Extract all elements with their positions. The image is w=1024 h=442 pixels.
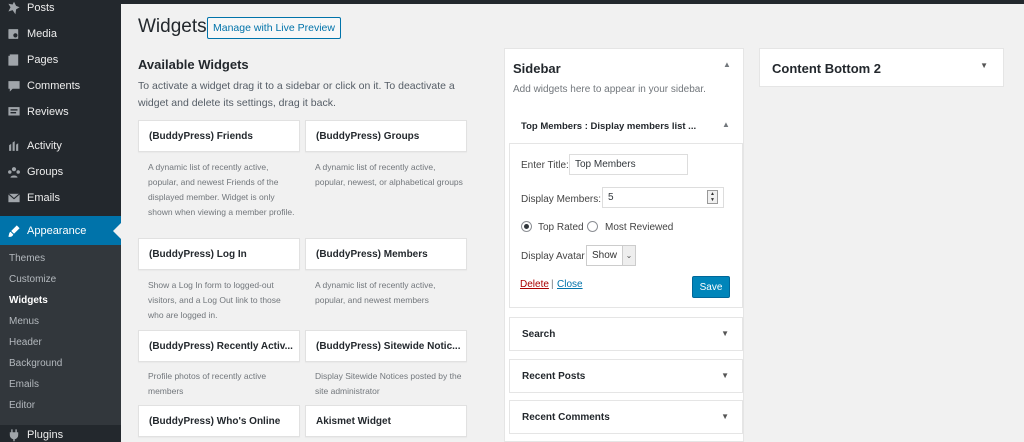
widget-recent-posts-title: Recent Posts <box>522 371 586 382</box>
radio-top-rated[interactable] <box>521 221 532 232</box>
top-members-collapse-icon[interactable]: ▲ <box>722 120 730 129</box>
plugin-icon <box>7 428 21 442</box>
widget-card[interactable]: (BuddyPress) Groups <box>305 120 467 152</box>
widget-card[interactable]: (BuddyPress) Log In <box>138 238 300 270</box>
radio-most-reviewed[interactable] <box>587 221 598 232</box>
activity-icon <box>7 139 21 153</box>
widget-recent-comments-title: Recent Comments <box>522 412 610 423</box>
menu-emails-label: Emails <box>27 192 61 204</box>
title-input[interactable] <box>569 154 688 175</box>
menu-emails[interactable]: Emails <box>0 185 121 211</box>
display-avatar-label: Display Avatar <box>521 251 585 262</box>
menu-media[interactable]: Media <box>0 21 121 47</box>
sidebar-collapse-icon[interactable]: ▲ <box>723 60 731 69</box>
menu-media-label: Media <box>27 28 57 40</box>
submenu-editor[interactable]: Editor <box>9 400 35 411</box>
menu-comments-label: Comments <box>27 80 81 92</box>
menu-reviews-label: Reviews <box>27 106 69 118</box>
content-bottom-2-area[interactable]: Content Bottom 2 ▼ <box>759 48 1004 87</box>
display-members-input[interactable] <box>602 187 724 208</box>
widget-card[interactable]: (BuddyPress) Friends <box>138 120 300 152</box>
menu-groups[interactable]: Groups <box>0 159 121 185</box>
display-avatar-select[interactable]: Show ⌄ <box>586 245 636 266</box>
available-widgets-title: Available Widgets <box>138 57 249 72</box>
menu-activity-label: Activity <box>27 140 62 152</box>
widget-card[interactable]: (BuddyPress) Sitewide Notic... <box>305 330 467 362</box>
menu-plugins-label: Plugins <box>27 429 64 441</box>
email-icon <box>7 191 21 205</box>
close-link[interactable]: Close <box>557 279 583 290</box>
expand-icon: ▼ <box>721 329 729 338</box>
display-avatar-value: Show <box>592 250 618 261</box>
submenu-themes[interactable]: Themes <box>9 253 45 264</box>
widget-card[interactable]: Akismet Widget <box>305 405 467 437</box>
page-title: Widgets <box>138 16 207 37</box>
expand-icon: ▼ <box>721 371 729 380</box>
widget-description: A dynamic list of recently active, popul… <box>315 162 463 187</box>
link-separator: | <box>551 279 554 290</box>
brush-icon <box>7 224 21 238</box>
menu-appearance-label: Appearance <box>27 225 87 237</box>
pin-icon <box>7 1 21 15</box>
menu-groups-label: Groups <box>27 166 64 178</box>
submenu-customize[interactable]: Customize <box>9 274 56 285</box>
pages-icon <box>7 53 21 67</box>
menu-appearance[interactable]: Appearance <box>0 216 121 246</box>
available-widgets-description: To activate a widget drag it to a sideba… <box>138 80 455 109</box>
menu-comments[interactable]: Comments <box>0 73 121 99</box>
widget-description: Profile photos of recently active member… <box>148 371 267 396</box>
submenu-background[interactable]: Background <box>9 358 62 369</box>
widget-description: Display Sitewide Notices posted by the s… <box>315 371 462 396</box>
reviews-icon <box>7 105 21 119</box>
live-preview-button[interactable]: Manage with Live Preview <box>207 17 341 39</box>
expand-icon: ▼ <box>980 61 988 70</box>
widget-description: A dynamic list of recently active, popul… <box>148 162 295 217</box>
menu-reviews[interactable]: Reviews <box>0 99 121 125</box>
widget-card[interactable]: (BuddyPress) Who's Online <box>138 405 300 437</box>
widget-description: A dynamic list of recently active, popul… <box>315 280 436 305</box>
submenu-emails[interactable]: Emails <box>9 379 39 390</box>
top-bar <box>121 0 1024 4</box>
display-members-label: Display Members: <box>521 194 602 205</box>
groups-icon <box>7 165 21 179</box>
chevron-down-icon: ⌄ <box>622 246 635 265</box>
expand-icon: ▼ <box>721 412 729 421</box>
save-button[interactable]: Save <box>692 276 730 298</box>
delete-link[interactable]: Delete <box>520 279 549 290</box>
submenu-menus[interactable]: Menus <box>9 316 39 327</box>
widget-card[interactable]: (BuddyPress) Members <box>305 238 467 270</box>
appearance-submenu: Themes Customize Widgets Menus Header Ba… <box>0 245 121 425</box>
widget-card[interactable]: (BuddyPress) Recently Activ... <box>138 330 300 362</box>
display-members-stepper[interactable]: ▲ ▼ <box>707 190 718 204</box>
widget-recent-posts[interactable]: Recent Posts ▼ <box>509 359 743 393</box>
comment-icon <box>7 79 21 93</box>
menu-pages-label: Pages <box>27 54 59 66</box>
radio-most-reviewed-label: Most Reviewed <box>605 222 674 233</box>
radio-top-rated-label: Top Rated <box>538 222 584 233</box>
enter-title-label: Enter Title: <box>521 160 569 171</box>
widget-search[interactable]: Search ▼ <box>509 317 743 351</box>
widget-recent-comments[interactable]: Recent Comments ▼ <box>509 400 743 434</box>
submenu-widgets[interactable]: Widgets <box>9 295 48 306</box>
submenu-header[interactable]: Header <box>9 337 42 348</box>
menu-posts-label: Posts <box>27 2 55 14</box>
sidebar-title: Sidebar <box>513 61 561 76</box>
sidebar-description: Add widgets here to appear in your sideb… <box>513 84 706 95</box>
media-icon <box>7 27 21 41</box>
menu-pages[interactable]: Pages <box>0 47 121 73</box>
menu-activity[interactable]: Activity <box>0 133 121 159</box>
content-bottom-2-title: Content Bottom 2 <box>772 61 882 76</box>
widget-search-title: Search <box>522 329 556 340</box>
widget-description: Show a Log In form to logged-out visitor… <box>148 280 281 320</box>
menu-posts[interactable]: Posts <box>0 0 121 21</box>
menu-plugins[interactable]: Plugins <box>0 422 121 442</box>
top-members-title[interactable]: Top Members : Display members list ... <box>521 121 696 132</box>
